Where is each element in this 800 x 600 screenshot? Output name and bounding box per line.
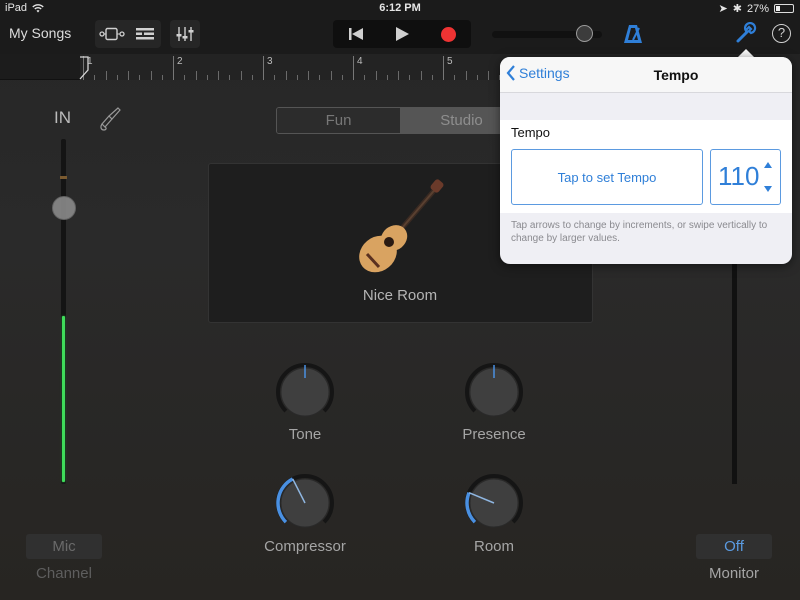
ruler-tick <box>150 71 152 80</box>
ruler-tick <box>184 75 186 80</box>
garageband-app: iPad 6:12 PM ➤ ✱ 27% My Songs ? 1 2 3 4 … <box>0 0 800 600</box>
play-button[interactable] <box>386 20 418 48</box>
ruler-tick <box>218 71 219 80</box>
tone-label: Tone <box>288 426 322 443</box>
monitor-caption: Monitor <box>708 565 760 582</box>
bluetooth-icon: ✱ <box>732 3 742 15</box>
tone-knob[interactable] <box>275 362 335 422</box>
go-to-beginning-button[interactable] <box>340 20 372 48</box>
ruler-tick <box>116 75 118 80</box>
presence-knob[interactable] <box>464 362 524 422</box>
mixer-icon <box>176 27 194 41</box>
ruler-tick <box>341 75 343 80</box>
ruler-bar-2: 2 <box>173 56 183 80</box>
ruler-tick <box>319 75 321 80</box>
ruler-tick <box>386 75 388 80</box>
tempo-hint-text: Tap arrows to change by increments, or s… <box>511 220 768 244</box>
tempo-stepper[interactable]: 110 <box>710 149 781 205</box>
ruler-tick <box>240 71 242 80</box>
ruler-tick <box>94 75 96 80</box>
room-knob[interactable] <box>464 473 524 533</box>
help-button[interactable]: ? <box>772 24 791 43</box>
record-icon <box>440 26 456 42</box>
battery-icon <box>774 4 794 13</box>
ruler-bar-4: 4 <box>353 56 363 80</box>
ruler-tick <box>409 75 411 80</box>
tempo-value[interactable]: 110 <box>718 161 759 192</box>
ruler-tick <box>139 75 141 80</box>
ruler-tick <box>308 71 309 80</box>
playhead-icon[interactable] <box>78 56 90 80</box>
go-to-beginning-icon <box>349 28 363 40</box>
popover-title: Tempo <box>653 67 699 83</box>
ruler-tick <box>251 75 253 80</box>
mixer-group <box>170 20 200 48</box>
monitor-toggle-button[interactable]: Off <box>696 534 772 559</box>
room-label: Room <box>473 538 514 555</box>
ruler-tick <box>488 71 489 80</box>
instrument-name: Nice Room <box>362 287 438 304</box>
channel-caption: Channel <box>36 565 92 582</box>
acoustic-guitar-icon[interactable] <box>352 178 448 278</box>
ruler-tick <box>161 75 163 80</box>
ruler-tick <box>398 71 399 80</box>
view-toggle-group <box>95 20 161 48</box>
ruler-tick <box>330 71 332 80</box>
tempo-increment-icon[interactable] <box>764 162 772 168</box>
browser-view-button[interactable] <box>129 20 161 48</box>
tap-tempo-button[interactable]: Tap to set Tempo <box>511 149 703 205</box>
compressor-label: Compressor <box>264 538 346 555</box>
question-mark-icon: ? <box>777 25 786 40</box>
ruler-tick <box>454 75 456 80</box>
segment-fun[interactable]: Fun <box>277 108 400 133</box>
audio-cable-icon[interactable] <box>98 106 122 132</box>
input-level-fill <box>62 316 65 482</box>
input-gain-handle[interactable] <box>52 196 76 220</box>
monitor-level-slider[interactable] <box>732 264 737 484</box>
clock: 6:12 PM <box>379 2 421 14</box>
battery-fill <box>776 6 781 11</box>
master-volume-handle[interactable] <box>576 25 593 42</box>
popover-nav-bar: Settings Tempo <box>500 57 792 93</box>
metronome-icon[interactable] <box>622 23 644 45</box>
tracks-view-icon <box>98 27 125 41</box>
ruler-tick <box>296 75 298 80</box>
ruler-tick <box>420 71 422 80</box>
ruler-tick <box>431 75 433 80</box>
status-bar: iPad 6:12 PM ➤ ✱ 27% <box>0 0 800 16</box>
ruler-tick <box>229 75 231 80</box>
input-label: IN <box>54 108 71 127</box>
record-button[interactable] <box>432 20 464 48</box>
tempo-decrement-icon[interactable] <box>764 186 772 192</box>
transport-controls <box>333 20 471 48</box>
ruler-tick <box>476 75 478 80</box>
ruler-tick <box>105 71 107 80</box>
mic-channel-button[interactable]: Mic <box>26 534 102 559</box>
tempo-popover: Settings Tempo Tempo Tap to set Tempo 11… <box>500 57 792 264</box>
ruler-tick <box>375 71 377 80</box>
presence-label: Presence <box>462 426 526 443</box>
browser-view-icon <box>135 28 154 40</box>
ruler-bar-5: 5 <box>443 56 453 80</box>
input-peak-marker <box>60 176 67 179</box>
ruler-tick <box>128 71 129 80</box>
toolbar: My Songs ? <box>0 16 800 54</box>
ruler-tick <box>206 75 208 80</box>
tempo-section-label: Tempo <box>511 125 551 140</box>
ruler-tick <box>195 71 197 80</box>
play-icon <box>396 27 409 41</box>
compressor-knob[interactable] <box>275 473 335 533</box>
ruler-bar-3: 3 <box>263 56 273 80</box>
mixer-button[interactable] <box>170 20 200 48</box>
battery-percent: 27% <box>746 2 769 15</box>
location-icon: ➤ <box>718 3 728 15</box>
wrench-settings-icon[interactable] <box>735 22 757 44</box>
ruler-tick <box>465 71 467 80</box>
ruler-tick <box>274 75 276 80</box>
mode-segmented-control: Fun Studio <box>276 107 524 134</box>
ruler-tick <box>364 75 366 80</box>
my-songs-button[interactable]: My Songs <box>9 25 71 41</box>
ruler-tick <box>285 71 287 80</box>
tracks-view-button[interactable] <box>96 20 128 48</box>
